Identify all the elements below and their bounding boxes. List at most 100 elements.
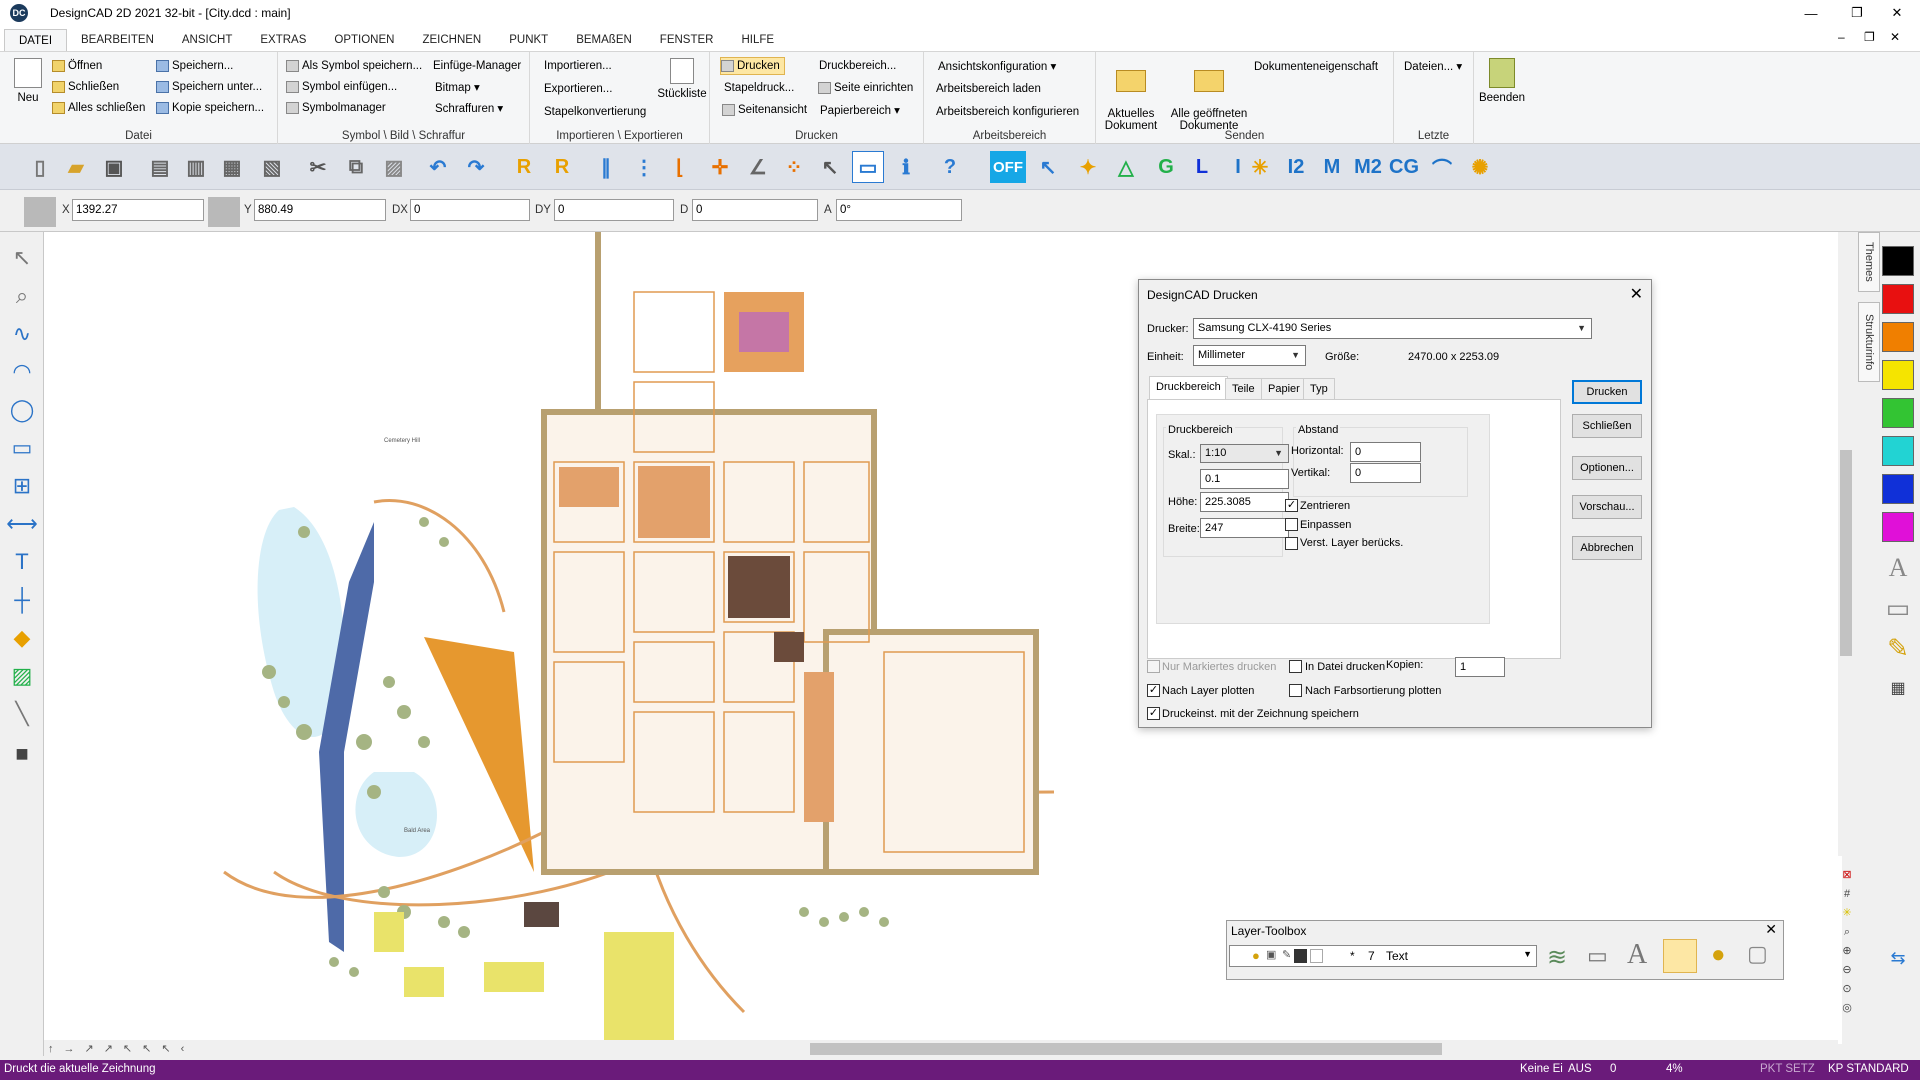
verst-layer-checkbox[interactable]	[1285, 537, 1298, 550]
line-style-icon[interactable]: ▭	[1882, 592, 1914, 624]
symbol-einfuegen-button[interactable]: Symbol einfügen...	[286, 78, 397, 96]
angle-snap-arrows[interactable]: ↑→↗↗↖↖↖‹	[48, 1042, 194, 1055]
layers-stack-icon[interactable]: ≋	[1547, 943, 1567, 972]
color-swatch-green[interactable]	[1882, 398, 1914, 428]
drucker-select[interactable]: Samsung CLX-4190 Series ▼	[1193, 318, 1592, 339]
einheit-select[interactable]: Millimeter ▼	[1193, 345, 1306, 366]
dateien-dropdown[interactable]: Dateien... ▾	[1404, 57, 1462, 75]
color-swatch-red[interactable]	[1882, 284, 1914, 314]
color-swatch-blue[interactable]	[1882, 474, 1914, 504]
einpassen-checkbox[interactable]	[1285, 518, 1298, 531]
symbolmanager-button[interactable]: Symbolmanager	[286, 99, 386, 117]
vertical-scroll-thumb[interactable]	[1840, 450, 1852, 656]
nach-layer-checkbox[interactable]: ✓	[1147, 684, 1160, 697]
arbeitsbereich-konfigurieren-button[interactable]: Arbeitsbereich konfigurieren	[936, 103, 1079, 121]
arbeitsbereich-laden-button[interactable]: Arbeitsbereich laden	[936, 80, 1041, 98]
remote-icon[interactable]: ⇆	[1882, 942, 1914, 974]
optionen-button[interactable]: Optionen...	[1572, 456, 1642, 480]
tab-optionen[interactable]: OPTIONEN	[320, 29, 408, 51]
dialog-close-icon[interactable]: ✕	[1630, 284, 1643, 304]
dy-input[interactable]: 0	[554, 199, 674, 221]
off-toggle[interactable]: OFF	[990, 151, 1026, 183]
polyline-tool-icon[interactable]: ∿	[6, 318, 38, 350]
cross-tool-icon[interactable]: ┼	[6, 584, 38, 616]
skal-select[interactable]: 1:10 ▼	[1200, 444, 1289, 463]
tab-hilfe[interactable]: HILFE	[727, 29, 788, 51]
vorschau-button[interactable]: Vorschau...	[1572, 495, 1642, 519]
snap-m-icon[interactable]: M	[1316, 151, 1348, 183]
triangle-icon[interactable]: △	[1110, 151, 1142, 183]
tab-ansicht[interactable]: ANSICHT	[168, 29, 246, 51]
minimize-button[interactable]: —	[1788, 0, 1834, 26]
hatch-tool-icon[interactable]: ▨	[6, 660, 38, 692]
stueckliste-button[interactable]: Stückliste	[654, 58, 710, 100]
doc-close-button[interactable]: ✕	[1890, 30, 1900, 44]
open-folder-icon[interactable]: ▰	[60, 151, 92, 183]
view-close-icon[interactable]: ⊠	[1840, 866, 1854, 885]
arc-tool-icon[interactable]: ◠	[6, 356, 38, 388]
abbrechen-button[interactable]: Abbrechen	[1572, 536, 1642, 560]
redraw-icon[interactable]: R	[508, 151, 540, 183]
close-button[interactable]: ✕	[1874, 0, 1920, 26]
tab-bemassen[interactable]: BEMAßEN	[562, 29, 646, 51]
print-preview-icon[interactable]: ▥	[180, 151, 212, 183]
vertical-dimension-icon[interactable]: ⋮	[628, 151, 660, 183]
alles-schliessen-button[interactable]: Alles schließen	[52, 99, 145, 117]
einfuege-manager-button[interactable]: Einfüge-Manager	[433, 57, 521, 75]
snap-star-icon[interactable]: ✳	[1244, 151, 1276, 183]
paste-icon[interactable]: ▨	[378, 151, 410, 183]
snap-point-icon[interactable]: ✛	[704, 151, 736, 183]
snap-arc-icon[interactable]: ⌒	[1426, 151, 1458, 183]
layer-line-icon[interactable]: ▭	[1587, 943, 1608, 969]
window-icon[interactable]: ▭	[852, 151, 884, 183]
bitmap-dropdown[interactable]: Bitmap ▾	[435, 78, 480, 96]
grid-tool-icon[interactable]: ⊞	[6, 470, 38, 502]
zoom-window-icon[interactable]: ⌕	[1840, 923, 1854, 942]
zoom-out-icon[interactable]: ⊖	[1840, 961, 1854, 980]
nur-markiertes-checkbox[interactable]	[1147, 660, 1160, 673]
cursor-icon[interactable]: ↖	[1032, 151, 1064, 183]
page-icon[interactable]: ▧	[256, 151, 288, 183]
app-icon[interactable]: DC	[10, 4, 28, 22]
layer-lock-icon[interactable]: ▢	[1747, 941, 1768, 967]
color-swatch-orange[interactable]	[1882, 322, 1914, 352]
line-tool-icon[interactable]: ╲	[6, 698, 38, 730]
color-swatch-yellow[interactable]	[1882, 360, 1914, 390]
zoom-page-icon[interactable]: ▦	[216, 151, 248, 183]
pause-icon[interactable]: ∥	[590, 151, 622, 183]
grid-icon[interactable]: #	[1840, 885, 1854, 904]
text-style-icon[interactable]: A	[1882, 552, 1914, 584]
help-icon[interactable]: ?	[934, 151, 966, 183]
a-input[interactable]: 0°	[836, 199, 962, 221]
speichern-unter-button[interactable]: Speichern unter...	[156, 78, 262, 96]
speichern-button[interactable]: Speichern...	[156, 57, 233, 75]
print-icon[interactable]: ▤	[144, 151, 176, 183]
dimension-tool-icon[interactable]: ⟷	[6, 508, 38, 540]
snap-cg-icon[interactable]: CG	[1388, 151, 1420, 183]
palette-icon[interactable]: ✎	[1882, 632, 1914, 664]
color-box-2[interactable]	[208, 197, 240, 227]
doc-restore-button[interactable]: ❐	[1864, 30, 1875, 44]
seitenansicht-button[interactable]: Seitenansicht	[722, 101, 807, 119]
tab-papier[interactable]: Papier	[1261, 378, 1307, 400]
kopie-speichern-button[interactable]: Kopie speichern...	[156, 99, 264, 117]
tab-extras[interactable]: EXTRAS	[246, 29, 320, 51]
select-arrow-icon[interactable]: ↖	[814, 151, 846, 183]
x-input[interactable]: 1392.27	[72, 199, 204, 221]
skal-factor-input[interactable]: 0.1	[1200, 469, 1289, 489]
angle-icon[interactable]: ∠	[742, 151, 774, 183]
neu-button[interactable]: Neu	[10, 58, 46, 104]
magic-wand-icon[interactable]: ✦	[1072, 151, 1104, 183]
aktuelles-dokument-button[interactable]: Aktuelles Dokument	[1102, 58, 1160, 132]
breite-input[interactable]: 247	[1200, 518, 1289, 538]
papierbereich-dropdown[interactable]: Papierbereich ▾	[820, 101, 900, 119]
strukturinfo-tab[interactable]: Strukturinfo	[1858, 302, 1880, 382]
drucken-button[interactable]: Drucken	[720, 57, 785, 75]
rectangle-tool-icon[interactable]: ▭	[6, 432, 38, 464]
kopien-input[interactable]: 1	[1455, 657, 1505, 677]
text-tool-icon[interactable]: T	[6, 546, 38, 578]
druckbereich-button[interactable]: Druckbereich...	[819, 57, 896, 75]
importieren-button[interactable]: Importieren...	[544, 57, 612, 75]
zentrieren-checkbox[interactable]: ✓	[1285, 499, 1298, 512]
vertikal-input[interactable]: 0	[1350, 463, 1421, 483]
